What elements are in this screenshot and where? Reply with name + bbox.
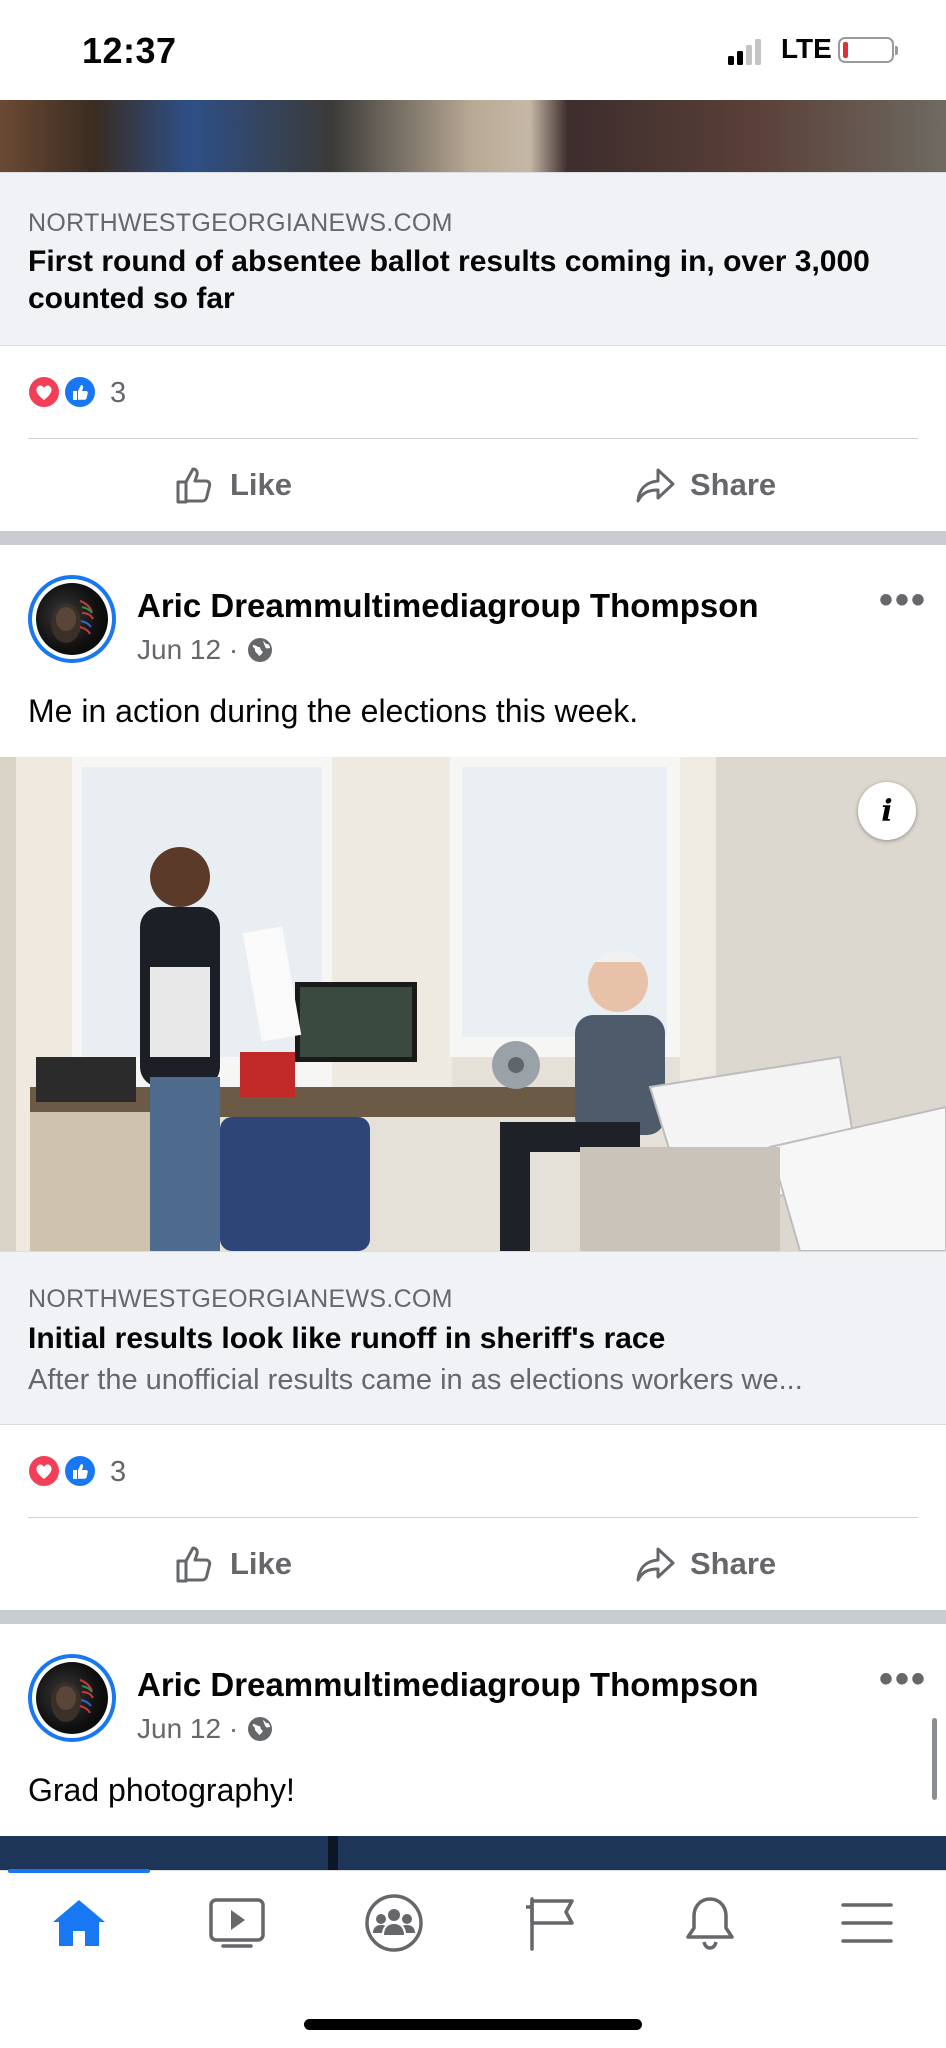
author-avatar[interactable] xyxy=(28,1654,116,1742)
menu-icon[interactable] xyxy=(832,1893,902,1953)
home-icon[interactable] xyxy=(44,1893,114,1953)
more-options-icon[interactable]: ••• xyxy=(879,578,927,623)
post-1-link-preview[interactable]: NORTHWESTGEORGIANEWS.COM First round of … xyxy=(0,172,946,346)
author-name[interactable]: Aric Dreammultimediagroup Thompson xyxy=(137,587,759,625)
thumbs-up-icon xyxy=(176,467,212,504)
love-reaction-icon xyxy=(26,374,62,410)
home-indicator[interactable] xyxy=(304,2019,642,2030)
share-arrow-icon xyxy=(636,468,675,503)
post-meta: Jun 12 · xyxy=(137,1713,274,1745)
more-options-icon[interactable]: ••• xyxy=(879,1657,927,1702)
love-reaction-icon xyxy=(26,1453,62,1489)
photo-info-button[interactable]: i xyxy=(858,782,916,840)
like-button[interactable]: Like xyxy=(174,1543,292,1585)
post-meta: Jun 12 · xyxy=(137,634,274,666)
link-title: First round of absentee ballot results c… xyxy=(28,245,870,315)
feed-separator xyxy=(0,1610,946,1624)
post-2-photo[interactable] xyxy=(0,757,946,1251)
post-text: Me in action during the elections this w… xyxy=(28,693,639,729)
like-label: Like xyxy=(230,467,293,502)
share-arrow-icon xyxy=(636,1547,675,1582)
like-reaction-icon xyxy=(62,1453,98,1489)
author-avatar[interactable] xyxy=(28,575,116,663)
post-date[interactable]: Jun 12 · xyxy=(137,634,238,666)
election-office-photo xyxy=(0,757,946,1251)
post-1-photo[interactable] xyxy=(0,100,946,172)
link-title: Initial results look like runoff in sher… xyxy=(28,1322,666,1355)
thumbs-up-icon xyxy=(176,1546,212,1583)
active-tab-indicator xyxy=(8,1869,150,1873)
scroll-indicator[interactable] xyxy=(932,1718,937,1800)
like-button[interactable]: Like xyxy=(174,464,292,506)
share-label: Share xyxy=(690,467,777,502)
watch-icon[interactable] xyxy=(202,1893,272,1953)
groups-icon[interactable] xyxy=(359,1893,429,1953)
status-time: 12:37 xyxy=(82,30,177,71)
reaction-count[interactable]: 3 xyxy=(110,1456,126,1489)
post-2-link-preview[interactable]: NORTHWESTGEORGIANEWS.COM Initial results… xyxy=(0,1251,946,1425)
network-type: LTE xyxy=(781,33,832,64)
globe-icon xyxy=(248,1717,273,1741)
post-3-photo[interactable] xyxy=(0,1836,946,1870)
reaction-count[interactable]: 3 xyxy=(110,377,126,410)
share-button[interactable]: Share xyxy=(634,1543,776,1585)
pages-flag-icon[interactable] xyxy=(517,1893,587,1953)
avatar-image xyxy=(36,583,108,655)
share-label: Share xyxy=(690,1546,777,1581)
link-description: After the unofficial results came in as … xyxy=(28,1364,803,1396)
battery-icon xyxy=(838,37,898,63)
share-button[interactable]: Share xyxy=(634,464,776,506)
like-reaction-icon xyxy=(62,374,98,410)
link-domain: NORTHWESTGEORGIANEWS.COM xyxy=(28,209,453,237)
like-label: Like xyxy=(230,1546,293,1581)
author-name[interactable]: Aric Dreammultimediagroup Thompson xyxy=(137,1666,759,1704)
post-date[interactable]: Jun 12 · xyxy=(137,1713,238,1745)
globe-icon xyxy=(248,638,273,662)
divider xyxy=(28,1517,918,1518)
divider xyxy=(28,438,918,439)
post-text: Grad photography! xyxy=(28,1772,295,1808)
avatar-image xyxy=(36,1662,108,1734)
feed-separator xyxy=(0,531,946,545)
battery-level xyxy=(843,42,848,58)
cellular-signal-icon xyxy=(728,39,761,65)
notifications-bell-icon[interactable] xyxy=(675,1893,745,1953)
link-domain: NORTHWESTGEORGIANEWS.COM xyxy=(28,1285,453,1313)
